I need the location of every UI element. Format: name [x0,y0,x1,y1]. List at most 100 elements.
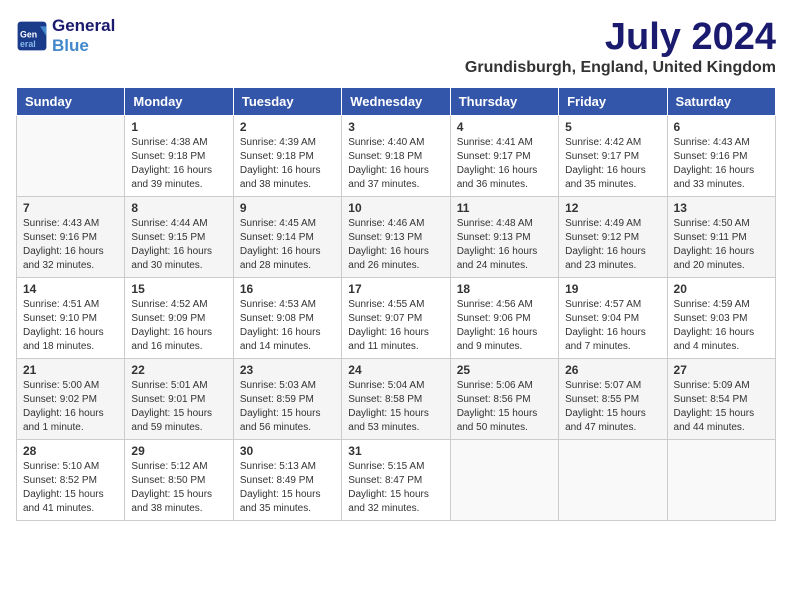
cell-info: Sunrise: 4:50 AMSunset: 9:11 PMDaylight:… [674,217,769,273]
cell-info: Sunrise: 5:10 AMSunset: 8:52 PMDaylight:… [23,460,118,516]
cell-info: Sunrise: 4:44 AMSunset: 9:15 PMDaylight:… [131,217,226,273]
sunrise-text: Sunrise: 4:52 AM [131,299,207,310]
day-number: 25 [457,363,552,377]
sunrise-text: Sunrise: 4:42 AM [565,137,641,148]
daylight-text: Daylight: 16 hours and 39 minutes. [131,165,212,190]
header-day-monday: Monday [125,88,233,116]
calendar-week-row: 14Sunrise: 4:51 AMSunset: 9:10 PMDayligh… [17,278,776,359]
day-number: 2 [240,120,335,134]
daylight-text: Daylight: 16 hours and 24 minutes. [457,246,538,271]
daylight-text: Daylight: 15 hours and 59 minutes. [131,408,212,433]
calendar-cell: 22Sunrise: 5:01 AMSunset: 9:01 PMDayligh… [125,359,233,440]
daylight-text: Daylight: 16 hours and 9 minutes. [457,327,538,352]
day-number: 29 [131,444,226,458]
sunset-text: Sunset: 8:59 PM [240,394,314,405]
day-number: 26 [565,363,660,377]
daylight-text: Daylight: 16 hours and 20 minutes. [674,246,755,271]
header-day-wednesday: Wednesday [342,88,450,116]
sunset-text: Sunset: 8:55 PM [565,394,639,405]
sunset-text: Sunset: 9:02 PM [23,394,97,405]
sunset-text: Sunset: 9:14 PM [240,232,314,243]
day-number: 7 [23,201,118,215]
daylight-text: Daylight: 15 hours and 53 minutes. [348,408,429,433]
daylight-text: Daylight: 16 hours and 37 minutes. [348,165,429,190]
cell-info: Sunrise: 4:55 AMSunset: 9:07 PMDaylight:… [348,298,443,354]
svg-text:eral: eral [20,39,36,49]
daylight-text: Daylight: 16 hours and 30 minutes. [131,246,212,271]
header-day-saturday: Saturday [667,88,775,116]
sunset-text: Sunset: 9:18 PM [131,151,205,162]
cell-info: Sunrise: 5:00 AMSunset: 9:02 PMDaylight:… [23,379,118,435]
sunset-text: Sunset: 8:47 PM [348,475,422,486]
sunrise-text: Sunrise: 4:43 AM [23,218,99,229]
sunset-text: Sunset: 8:54 PM [674,394,748,405]
calendar-cell: 4Sunrise: 4:41 AMSunset: 9:17 PMDaylight… [450,116,558,197]
sunrise-text: Sunrise: 4:48 AM [457,218,533,229]
daylight-text: Daylight: 15 hours and 44 minutes. [674,408,755,433]
sunrise-text: Sunrise: 4:39 AM [240,137,316,148]
location-title: Grundisburgh, England, United Kingdom [465,59,776,77]
sunrise-text: Sunrise: 5:09 AM [674,380,750,391]
sunrise-text: Sunrise: 4:40 AM [348,137,424,148]
sunset-text: Sunset: 9:13 PM [457,232,531,243]
calendar-cell [559,440,667,521]
cell-info: Sunrise: 4:43 AMSunset: 9:16 PMDaylight:… [674,136,769,192]
month-title: July 2024 [465,16,776,59]
sunset-text: Sunset: 9:06 PM [457,313,531,324]
day-number: 21 [23,363,118,377]
sunset-text: Sunset: 9:10 PM [23,313,97,324]
cell-info: Sunrise: 5:15 AMSunset: 8:47 PMDaylight:… [348,460,443,516]
daylight-text: Daylight: 16 hours and 36 minutes. [457,165,538,190]
calendar-cell: 31Sunrise: 5:15 AMSunset: 8:47 PMDayligh… [342,440,450,521]
cell-info: Sunrise: 4:45 AMSunset: 9:14 PMDaylight:… [240,217,335,273]
sunset-text: Sunset: 9:08 PM [240,313,314,324]
calendar-cell: 30Sunrise: 5:13 AMSunset: 8:49 PMDayligh… [233,440,341,521]
calendar-cell: 28Sunrise: 5:10 AMSunset: 8:52 PMDayligh… [17,440,125,521]
cell-info: Sunrise: 4:51 AMSunset: 9:10 PMDaylight:… [23,298,118,354]
calendar-cell: 15Sunrise: 4:52 AMSunset: 9:09 PMDayligh… [125,278,233,359]
sunset-text: Sunset: 9:17 PM [565,151,639,162]
day-number: 18 [457,282,552,296]
calendar-cell: 13Sunrise: 4:50 AMSunset: 9:11 PMDayligh… [667,197,775,278]
sunset-text: Sunset: 9:15 PM [131,232,205,243]
sunset-text: Sunset: 9:16 PM [23,232,97,243]
sunrise-text: Sunrise: 4:43 AM [674,137,750,148]
daylight-text: Daylight: 15 hours and 50 minutes. [457,408,538,433]
header-day-sunday: Sunday [17,88,125,116]
cell-info: Sunrise: 5:04 AMSunset: 8:58 PMDaylight:… [348,379,443,435]
sunrise-text: Sunrise: 4:57 AM [565,299,641,310]
calendar-week-row: 7 Sunrise: 4:43 AM Sunset: 9:16 PM Daylight… [17,197,776,278]
sunrise-text: Sunrise: 5:04 AM [348,380,424,391]
cell-info: Sunrise: 5:03 AMSunset: 8:59 PMDaylight:… [240,379,335,435]
sunrise-text: Sunrise: 5:10 AM [23,461,99,472]
daylight-text: Daylight: 15 hours and 47 minutes. [565,408,646,433]
calendar-cell: 25Sunrise: 5:06 AMSunset: 8:56 PMDayligh… [450,359,558,440]
calendar-cell: 14Sunrise: 4:51 AMSunset: 9:10 PMDayligh… [17,278,125,359]
daylight-text: Daylight: 15 hours and 41 minutes. [23,489,104,514]
calendar-cell: 10Sunrise: 4:46 AMSunset: 9:13 PMDayligh… [342,197,450,278]
calendar-week-row: 1Sunrise: 4:38 AMSunset: 9:18 PMDaylight… [17,116,776,197]
daylight-text: Daylight: 15 hours and 38 minutes. [131,489,212,514]
cell-info: Sunrise: 5:12 AMSunset: 8:50 PMDaylight:… [131,460,226,516]
calendar-week-row: 28Sunrise: 5:10 AMSunset: 8:52 PMDayligh… [17,440,776,521]
calendar-cell: 17Sunrise: 4:55 AMSunset: 9:07 PMDayligh… [342,278,450,359]
cell-info: Sunrise: 4:48 AM Sunset: 9:13 PM Daylight:… [457,217,552,273]
calendar-cell: 3Sunrise: 4:40 AMSunset: 9:18 PMDaylight… [342,116,450,197]
cell-info: Sunrise: 5:13 AMSunset: 8:49 PMDaylight:… [240,460,335,516]
daylight-text: Daylight: 16 hours and 35 minutes. [565,165,646,190]
calendar-cell: 9Sunrise: 4:45 AMSunset: 9:14 PMDaylight… [233,197,341,278]
sunset-text: Sunset: 9:01 PM [131,394,205,405]
day-number: 5 [565,120,660,134]
sunrise-text: Sunrise: 5:13 AM [240,461,316,472]
sunrise-text: Sunrise: 4:49 AM [565,218,641,229]
daylight-text: Daylight: 16 hours and 23 minutes. [565,246,646,271]
day-number: 1 [131,120,226,134]
header-day-thursday: Thursday [450,88,558,116]
sunrise-text: Sunrise: 4:46 AM [348,218,424,229]
header-day-tuesday: Tuesday [233,88,341,116]
daylight-text: Daylight: 16 hours and 33 minutes. [674,165,755,190]
calendar-cell: 1Sunrise: 4:38 AMSunset: 9:18 PMDaylight… [125,116,233,197]
sunset-text: Sunset: 9:18 PM [240,151,314,162]
sunrise-text: Sunrise: 4:45 AM [240,218,316,229]
calendar-table: SundayMondayTuesdayWednesdayThursdayFrid… [16,87,776,521]
